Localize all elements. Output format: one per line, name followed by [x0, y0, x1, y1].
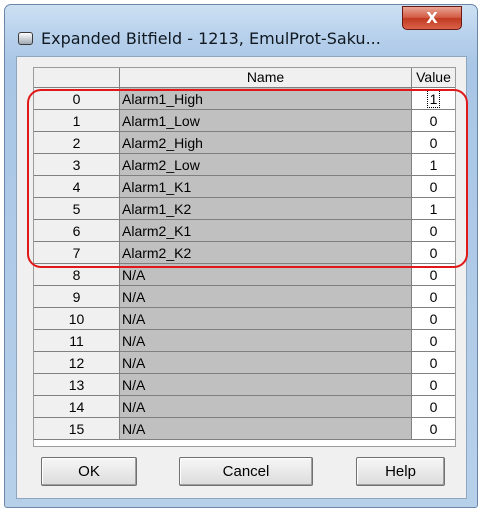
row-value[interactable]: 1: [430, 157, 438, 173]
row-index: 15: [34, 418, 120, 440]
table-row[interactable]: 2 Alarm2_High 0: [34, 132, 455, 154]
row-name: Alarm1_Low: [120, 110, 412, 132]
row-index: 14: [34, 396, 120, 418]
row-index: 10: [34, 308, 120, 330]
row-value-cell[interactable]: 0: [412, 242, 455, 264]
row-value[interactable]: 0: [430, 355, 438, 371]
table-row[interactable]: 0 Alarm1_High 1: [34, 88, 455, 110]
header-value: Value: [412, 68, 455, 88]
row-value-cell[interactable]: 0: [412, 330, 455, 352]
row-name: N/A: [120, 418, 412, 440]
table-row[interactable]: 11 N/A 0: [34, 330, 455, 352]
row-name: Alarm2_K2: [120, 242, 412, 264]
row-value-cell[interactable]: 0: [412, 418, 455, 440]
table-row[interactable]: 8 N/A 0: [34, 264, 455, 286]
row-index: 11: [34, 330, 120, 352]
row-value-cell[interactable]: 0: [412, 264, 455, 286]
row-name: Alarm2_Low: [120, 154, 412, 176]
dialog-window: Expanded Bitfield - 1213, EmulProt-Saku.…: [4, 4, 478, 508]
row-value[interactable]: 0: [430, 289, 438, 305]
row-index: 4: [34, 176, 120, 198]
row-value[interactable]: 0: [430, 399, 438, 415]
dialog-body: Name Value 0 Alarm1_High 1 1 Alarm1_Low 0 2 Ala…: [16, 56, 467, 499]
row-value-cell[interactable]: 0: [412, 396, 455, 418]
row-value-cell[interactable]: 1: [412, 154, 455, 176]
row-name: Alarm1_High: [120, 88, 412, 110]
row-value-cell[interactable]: 1: [412, 198, 455, 220]
table-row[interactable]: 1 Alarm1_Low 0: [34, 110, 455, 132]
row-index: 13: [34, 374, 120, 396]
table-row[interactable]: 6 Alarm2_K1 0: [34, 220, 455, 242]
row-value[interactable]: 0: [430, 113, 438, 129]
help-button[interactable]: Help: [356, 457, 445, 486]
row-name: Alarm2_High: [120, 132, 412, 154]
row-name: N/A: [120, 264, 412, 286]
row-value[interactable]: 0: [430, 311, 438, 327]
row-value[interactable]: 0: [430, 377, 438, 393]
row-value-cell[interactable]: 0: [412, 132, 455, 154]
row-value-cell[interactable]: 0: [412, 286, 455, 308]
row-value-cell[interactable]: 0: [412, 374, 455, 396]
header-name: Name: [120, 68, 412, 88]
table-row[interactable]: 5 Alarm1_K2 1: [34, 198, 455, 220]
row-index: 8: [34, 264, 120, 286]
table-row[interactable]: 12 N/A 0: [34, 352, 455, 374]
table-row[interactable]: 10 N/A 0: [34, 308, 455, 330]
row-index: 7: [34, 242, 120, 264]
bitfield-table: Name Value 0 Alarm1_High 1 1 Alarm1_Low 0 2 Ala…: [33, 67, 456, 447]
row-index: 9: [34, 286, 120, 308]
row-value-cell[interactable]: 0: [412, 176, 455, 198]
table-row[interactable]: 9 N/A 0: [34, 286, 455, 308]
row-value[interactable]: 0: [430, 267, 438, 283]
row-value[interactable]: 1: [430, 201, 438, 217]
row-index: 3: [34, 154, 120, 176]
table-header: Name Value: [34, 68, 455, 88]
row-index: 6: [34, 220, 120, 242]
row-name: N/A: [120, 374, 412, 396]
table-row[interactable]: 13 N/A 0: [34, 374, 455, 396]
row-value[interactable]: 0: [430, 421, 438, 437]
row-index: 2: [34, 132, 120, 154]
row-index: 12: [34, 352, 120, 374]
window-app-icon: [18, 32, 33, 45]
table-row[interactable]: 15 N/A 0: [34, 418, 455, 440]
cancel-button[interactable]: Cancel: [179, 457, 313, 486]
row-value-cell[interactable]: 0: [412, 220, 455, 242]
row-value[interactable]: 0: [430, 333, 438, 349]
table-row[interactable]: 4 Alarm1_K1 0: [34, 176, 455, 198]
table-row[interactable]: 14 N/A 0: [34, 396, 455, 418]
row-name: Alarm2_K1: [120, 220, 412, 242]
window-title: Expanded Bitfield - 1213, EmulProt-Saku.…: [41, 29, 381, 48]
title-bar[interactable]: Expanded Bitfield - 1213, EmulProt-Saku.…: [5, 5, 477, 57]
table-row[interactable]: 3 Alarm2_Low 1: [34, 154, 455, 176]
row-value[interactable]: 0: [430, 179, 438, 195]
row-name: Alarm1_K1: [120, 176, 412, 198]
row-name: Alarm1_K2: [120, 198, 412, 220]
row-index: 5: [34, 198, 120, 220]
row-value[interactable]: 0: [430, 223, 438, 239]
row-value-cell[interactable]: 0: [412, 308, 455, 330]
row-index: 1: [34, 110, 120, 132]
row-index: 0: [34, 88, 120, 110]
row-value[interactable]: 0: [430, 135, 438, 151]
close-button[interactable]: X: [402, 6, 462, 30]
row-value-cell[interactable]: 0: [412, 352, 455, 374]
row-name: N/A: [120, 396, 412, 418]
row-name: N/A: [120, 286, 412, 308]
ok-button[interactable]: OK: [41, 457, 137, 486]
row-value-cell[interactable]: 1: [412, 88, 455, 110]
table-row[interactable]: 7 Alarm2_K2 0: [34, 242, 455, 264]
row-value[interactable]: 0: [430, 245, 438, 261]
row-name: N/A: [120, 352, 412, 374]
row-name: N/A: [120, 330, 412, 352]
row-name: N/A: [120, 308, 412, 330]
header-index: [34, 68, 120, 88]
row-value-cell[interactable]: 0: [412, 110, 455, 132]
row-value[interactable]: 1: [426, 90, 441, 108]
close-icon: X: [426, 9, 438, 27]
